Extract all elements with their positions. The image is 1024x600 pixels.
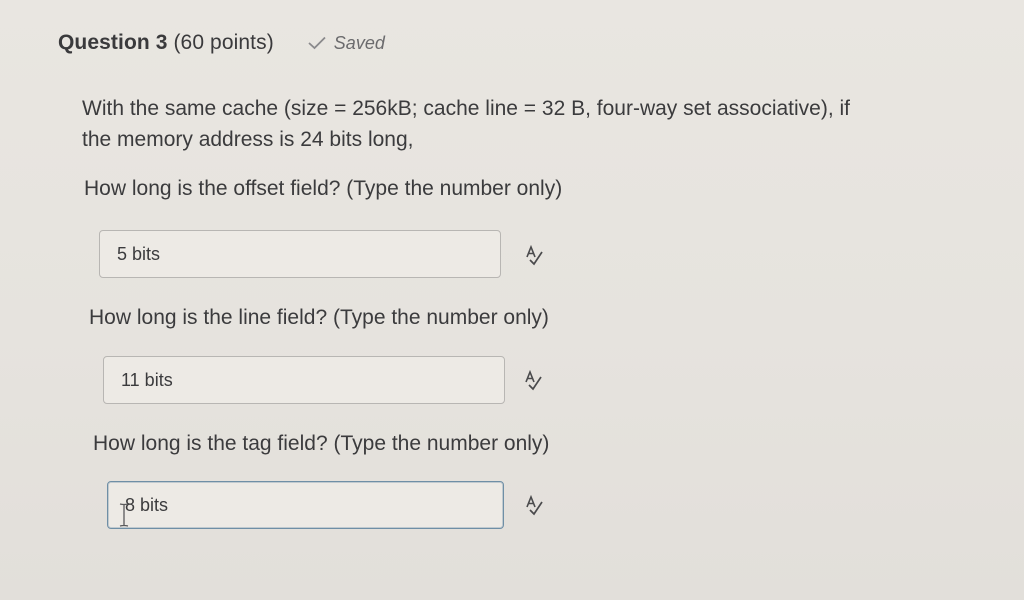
offset-field-answer-input[interactable]: 5 bits	[99, 230, 501, 278]
text-cursor-icon	[119, 503, 129, 527]
question-header: Question 3 (60 points) Saved	[58, 28, 385, 58]
tag-field-answer-value: 8 bits	[125, 494, 169, 515]
question-prompt: With the same cache (size = 256kB; cache…	[82, 93, 962, 155]
spellcheck-icon[interactable]	[523, 245, 545, 267]
prompt-line-1: With the same cache (size = 256kB; cache…	[82, 97, 851, 120]
spellcheck-icon[interactable]	[523, 495, 545, 517]
check-icon	[308, 36, 326, 50]
line-field-answer-value: 11 bits	[121, 369, 173, 390]
question-number: Question 3	[58, 31, 168, 54]
tag-field-answer-input[interactable]: 8 bits	[107, 481, 504, 529]
tag-field-question: How long is the tag field? (Type the num…	[93, 432, 550, 455]
offset-field-answer-value: 5 bits	[117, 243, 161, 264]
question-points: (60 points)	[173, 31, 274, 54]
line-field-question: How long is the line field? (Type the nu…	[89, 306, 549, 329]
saved-status: Saved	[308, 33, 385, 54]
prompt-line-2: the memory address is 24 bits long,	[82, 128, 414, 151]
saved-label: Saved	[333, 32, 385, 53]
question-title: Question 3 (60 points)	[58, 31, 274, 55]
offset-field-question: How long is the offset field? (Type the …	[84, 177, 563, 200]
line-field-answer-input[interactable]: 11 bits	[103, 356, 505, 404]
spellcheck-icon[interactable]	[522, 370, 544, 392]
